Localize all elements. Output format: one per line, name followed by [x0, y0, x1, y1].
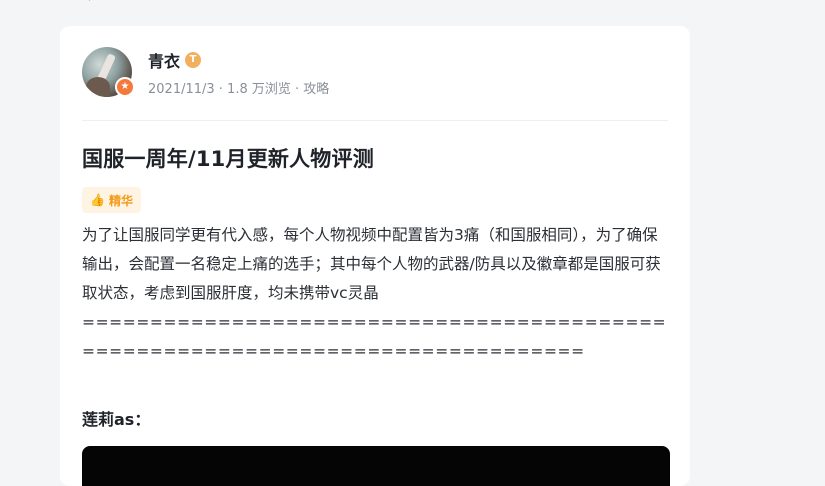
separator-line: ========================================…: [82, 313, 667, 360]
avatar-container[interactable]: ★: [82, 47, 135, 97]
author-header: ★ 青衣 T 2021/11/3 · 1.8 万浏览 · 攻略: [82, 46, 668, 98]
featured-tag: 👍 精华: [82, 187, 141, 213]
back-arrow-icon[interactable]: ←: [86, 0, 98, 6]
video-player[interactable]: [82, 446, 670, 486]
post-card: ★ 青衣 T 2021/11/3 · 1.8 万浏览 · 攻略 国服一周年/11…: [60, 26, 690, 486]
level-badge-icon: T: [185, 51, 202, 68]
star-badge-icon: ★: [115, 77, 135, 97]
author-info: 青衣 T 2021/11/3 · 1.8 万浏览 · 攻略: [148, 48, 329, 97]
post-title: 国服一周年/11月更新人物评测: [82, 147, 374, 171]
thumbs-up-icon: 👍: [90, 193, 105, 207]
author-name-row: 青衣 T: [148, 48, 329, 72]
post-meta: 2021/11/3 · 1.8 万浏览 · 攻略: [148, 81, 330, 97]
post-body: 为了让国服同学更有代入感，每个人物视频中配置皆为3痛（和国服相同），为了确保输出…: [82, 226, 661, 302]
divider: [82, 120, 668, 121]
author-name[interactable]: 青衣: [148, 48, 180, 72]
section-heading: 莲莉as：: [82, 410, 151, 429]
featured-tag-label: 精华: [108, 193, 133, 208]
